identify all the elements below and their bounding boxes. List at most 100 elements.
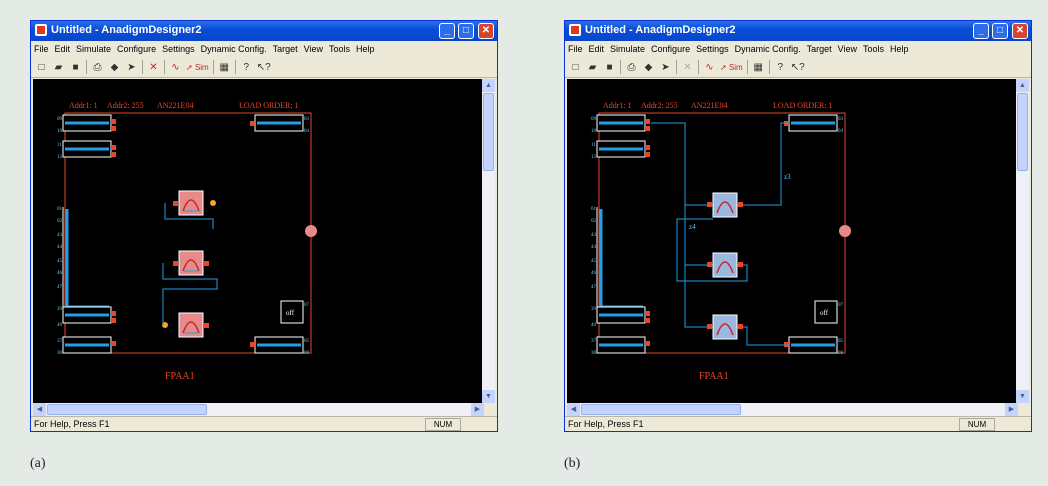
help-icon[interactable]: ? <box>774 61 787 74</box>
toolbar: □ ▰ ■ ⎙ ◆ ➤ ✕ ∿ ➚ Sim ▦ ? ↖? <box>31 57 497 78</box>
svg-text:08: 08 <box>838 351 844 356</box>
menu-tools[interactable]: Tools <box>329 44 350 54</box>
menu-dynamic-config[interactable]: Dynamic Config. <box>201 44 267 54</box>
menu-bar: File Edit Simulate Configure Settings Dy… <box>31 41 497 56</box>
io-cell-05 <box>784 336 838 354</box>
camera-icon[interactable]: ◆ <box>642 61 655 74</box>
maximize-button[interactable]: □ <box>458 23 474 39</box>
horizontal-scrollbar[interactable]: ◀ ▶ <box>567 403 1018 416</box>
chip-clock-marker <box>305 225 317 237</box>
svg-text:02: 02 <box>57 219 63 224</box>
horizontal-scrollbar[interactable]: ◀ ▶ <box>33 403 484 416</box>
wave-icon[interactable]: ∿ <box>703 61 716 74</box>
design-canvas[interactable]: Addr1: 1 Addr2: 255 AN221E04 LOAD ORDER:… <box>567 79 1018 403</box>
chip-icon[interactable]: ▦ <box>218 61 231 74</box>
num-lock-indicator: NUM <box>425 418 461 431</box>
maximize-button[interactable]: □ <box>992 23 1008 39</box>
svg-text:47: 47 <box>57 285 63 290</box>
svg-text:10: 10 <box>591 129 597 134</box>
status-text: For Help, Press F1 <box>34 419 110 429</box>
menu-target[interactable]: Target <box>807 44 832 54</box>
scroll-right-icon[interactable]: ▶ <box>471 403 484 416</box>
menu-help[interactable]: Help <box>890 44 909 54</box>
menu-target[interactable]: Target <box>273 44 298 54</box>
svg-text:39: 39 <box>57 307 63 312</box>
open-icon[interactable]: ▰ <box>52 61 65 74</box>
svg-text:12: 12 <box>591 155 597 160</box>
scroll-down-icon[interactable]: ▼ <box>1016 390 1029 403</box>
open-icon[interactable]: ▰ <box>586 61 599 74</box>
delete-icon[interactable]: ✕ <box>681 61 694 74</box>
svg-text:40: 40 <box>57 323 63 328</box>
probe-icon[interactable]: ➤ <box>659 61 672 74</box>
menu-file[interactable]: File <box>568 44 583 54</box>
context-help-icon[interactable]: ↖? <box>257 61 271 74</box>
help-icon[interactable]: ? <box>240 61 253 74</box>
scroll-up-icon[interactable]: ▲ <box>1016 79 1029 92</box>
menu-simulate[interactable]: Simulate <box>610 44 645 54</box>
chip-type-label: AN221E04 <box>157 101 193 110</box>
probe-icon[interactable]: ➤ <box>125 61 138 74</box>
menu-help[interactable]: Help <box>356 44 375 54</box>
minimize-button[interactable]: _ <box>439 23 455 39</box>
svg-text:07: 07 <box>304 303 310 308</box>
menu-file[interactable]: File <box>34 44 49 54</box>
off-label: off <box>820 309 829 317</box>
svg-text:44: 44 <box>57 245 63 250</box>
design-canvas[interactable]: Addr1: 1 Addr2: 255 AN221E04 LOAD ORDER:… <box>33 79 484 403</box>
delete-icon[interactable]: ✕ <box>147 61 160 74</box>
print-icon[interactable]: ⎙ <box>91 61 104 74</box>
scroll-right-icon[interactable]: ▶ <box>1005 403 1018 416</box>
hscroll-thumb[interactable] <box>581 404 741 415</box>
scroll-left-icon[interactable]: ◀ <box>33 403 46 416</box>
menu-view[interactable]: View <box>838 44 857 54</box>
io-cell-37 <box>596 336 650 354</box>
menu-configure[interactable]: Configure <box>651 44 690 54</box>
camera-icon[interactable]: ◆ <box>108 61 121 74</box>
menu-simulate[interactable]: Simulate <box>76 44 111 54</box>
title-bar[interactable]: Untitled - AnadigmDesigner2 _ □ ✕ <box>31 21 497 41</box>
wire-label-z3: z3 <box>784 173 791 181</box>
context-help-icon[interactable]: ↖? <box>791 61 805 74</box>
close-button[interactable]: ✕ <box>1012 23 1028 39</box>
svg-text:46: 46 <box>57 271 63 276</box>
menu-dynamic-config[interactable]: Dynamic Config. <box>735 44 801 54</box>
print-icon[interactable]: ⎙ <box>625 61 638 74</box>
menu-view[interactable]: View <box>304 44 323 54</box>
save-icon[interactable]: ■ <box>69 61 82 74</box>
vscroll-thumb[interactable] <box>483 93 494 171</box>
sim-icon[interactable]: ➚ Sim <box>186 61 209 74</box>
new-icon[interactable]: □ <box>569 61 582 74</box>
menu-tools[interactable]: Tools <box>863 44 884 54</box>
new-icon[interactable]: □ <box>35 61 48 74</box>
menu-edit[interactable]: Edit <box>55 44 71 54</box>
minimize-button[interactable]: _ <box>973 23 989 39</box>
io-cell-01 <box>596 207 650 324</box>
scroll-down-icon[interactable]: ▼ <box>482 390 495 403</box>
vertical-scrollbar[interactable]: ▲ ▼ <box>482 79 495 403</box>
menu-edit[interactable]: Edit <box>589 44 605 54</box>
menu-settings[interactable]: Settings <box>696 44 729 54</box>
vertical-scrollbar[interactable]: ▲ ▼ <box>1016 79 1029 403</box>
cam-filter-2 <box>173 250 209 276</box>
io-cell-03 <box>784 114 838 132</box>
wave-icon[interactable]: ∿ <box>169 61 182 74</box>
hscroll-thumb[interactable] <box>47 404 207 415</box>
scroll-left-icon[interactable]: ◀ <box>567 403 580 416</box>
sim-icon[interactable]: ➚ Sim <box>720 61 743 74</box>
io-cell-07: off <box>814 300 838 324</box>
scroll-up-icon[interactable]: ▲ <box>482 79 495 92</box>
fpaa-schematic: Addr1: 1 Addr2: 255 AN221E04 LOAD ORDER:… <box>591 101 851 382</box>
io-cell-01 <box>62 207 116 324</box>
menu-configure[interactable]: Configure <box>117 44 156 54</box>
svg-text:12: 12 <box>57 155 63 160</box>
load-order-label: LOAD ORDER: 1 <box>239 101 299 110</box>
title-bar[interactable]: Untitled - AnadigmDesigner2 _ □ ✕ <box>565 21 1031 41</box>
menu-bar: File Edit Simulate Configure Settings Dy… <box>565 41 1031 56</box>
menu-settings[interactable]: Settings <box>162 44 195 54</box>
vscroll-thumb[interactable] <box>1017 93 1028 171</box>
close-button[interactable]: ✕ <box>478 23 494 39</box>
save-icon[interactable]: ■ <box>603 61 616 74</box>
chip-icon[interactable]: ▦ <box>752 61 765 74</box>
svg-text:40: 40 <box>591 323 597 328</box>
